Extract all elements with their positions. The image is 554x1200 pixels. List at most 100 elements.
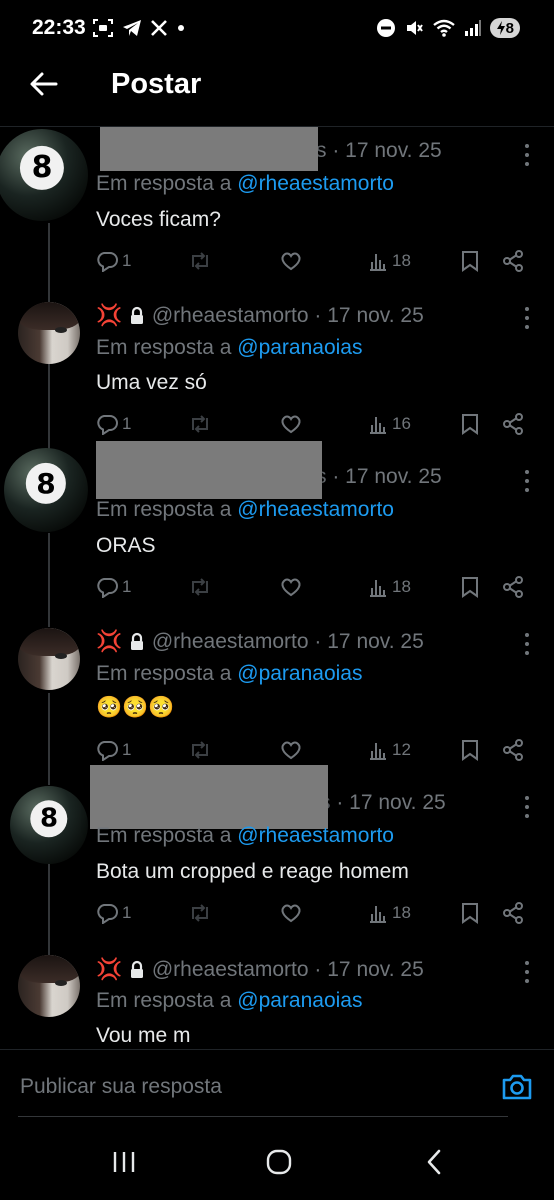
avatar-photo-detail — [55, 652, 68, 659]
repost-button[interactable] — [188, 737, 212, 763]
post-date[interactable]: · 17 nov. 25 — [314, 304, 423, 327]
reply-context: Em resposta a @rheaestamorto — [96, 824, 394, 848]
avatar-photo-detail — [55, 326, 68, 333]
analytics-icon — [370, 417, 386, 434]
reply-button[interactable]: 1 — [96, 248, 131, 274]
more-options-button[interactable] — [524, 470, 530, 492]
post-item[interactable]: 8 s · 17 nov. 25 Em resposta a @rheaesta… — [0, 765, 554, 939]
views-button[interactable]: 16 — [368, 411, 411, 437]
share-button[interactable] — [502, 248, 524, 274]
mention-link[interactable]: @paranaoias — [237, 662, 362, 685]
share-button[interactable] — [502, 737, 524, 763]
more-options-button[interactable] — [524, 961, 530, 983]
bookmark-icon — [462, 577, 478, 598]
more-options-button[interactable] — [524, 307, 530, 329]
post-date[interactable]: · 17 nov. 25 — [332, 139, 441, 162]
avatar[interactable]: 8 — [0, 129, 88, 221]
reply-button[interactable]: 1 — [96, 411, 131, 437]
more-options-button[interactable] — [524, 796, 530, 818]
views-count: 16 — [392, 414, 411, 433]
avatar[interactable]: 8 — [10, 786, 88, 864]
like-button[interactable] — [280, 574, 302, 600]
redaction-box — [96, 441, 322, 499]
post-actions: 1 12 — [96, 737, 536, 763]
share-icon — [503, 739, 523, 761]
avatar[interactable] — [18, 302, 80, 364]
post-handle[interactable]: @rheaestamorto — [152, 630, 309, 653]
post-handle[interactable]: @rheaestamorto — [152, 958, 309, 981]
reply-icon — [97, 741, 118, 761]
share-button[interactable] — [502, 574, 524, 600]
share-button[interactable] — [502, 411, 524, 437]
redaction-box — [90, 765, 328, 829]
post-handle[interactable]: @rheaestamorto — [152, 304, 309, 327]
bookmark-button[interactable] — [460, 900, 480, 926]
bookmark-button[interactable] — [460, 574, 480, 600]
mention-link[interactable]: @rheaestamorto — [237, 172, 394, 195]
reply-button[interactable]: 1 — [96, 900, 131, 926]
telegram-icon — [122, 19, 142, 37]
post-item[interactable]: 💢 @rheaestamorto · 17 nov. 25 Em respost… — [0, 944, 554, 1049]
more-options-button[interactable] — [524, 633, 530, 655]
views-button[interactable]: 18 — [368, 900, 411, 926]
avatar[interactable] — [18, 955, 80, 1017]
avatar[interactable] — [18, 628, 80, 690]
screenshot-icon — [92, 18, 114, 38]
heart-icon — [281, 741, 301, 760]
post-date[interactable]: · 17 nov. 25 — [314, 630, 423, 653]
analytics-icon — [370, 580, 386, 597]
mention-link[interactable]: @paranaoias — [237, 336, 362, 359]
post-actions: 1 16 — [96, 411, 536, 437]
post-item[interactable]: 💢 @rheaestamorto · 17 nov. 25 Em respost… — [0, 290, 554, 450]
camera-button[interactable] — [500, 1072, 534, 1102]
repost-icon — [192, 252, 208, 270]
mention-link[interactable]: @rheaestamorto — [237, 824, 394, 847]
repost-button[interactable] — [188, 411, 212, 437]
post-date[interactable]: · 17 nov. 25 — [336, 791, 445, 814]
reply-button[interactable]: 1 — [96, 574, 131, 600]
more-options-button[interactable] — [524, 144, 530, 166]
home-icon — [266, 1149, 292, 1175]
repost-button[interactable] — [188, 574, 212, 600]
views-button[interactable]: 18 — [368, 248, 411, 274]
heart-icon — [281, 578, 301, 597]
repost-button[interactable] — [188, 900, 212, 926]
views-button[interactable]: 18 — [368, 574, 411, 600]
mention-link[interactable]: @rheaestamorto — [237, 498, 394, 521]
post-date[interactable]: · 17 nov. 25 — [314, 958, 423, 981]
bookmark-button[interactable] — [460, 737, 480, 763]
views-button[interactable]: 12 — [368, 737, 411, 763]
like-button[interactable] — [280, 900, 302, 926]
like-button[interactable] — [280, 411, 302, 437]
reply-context: Em resposta a @rheaestamorto — [96, 498, 394, 522]
chevron-left-icon — [427, 1149, 441, 1175]
recent-apps-button[interactable] — [104, 1147, 144, 1177]
arrow-left-icon — [30, 72, 58, 96]
reply-button[interactable]: 1 — [96, 737, 131, 763]
bookmark-button[interactable] — [460, 411, 480, 437]
avatar[interactable]: 8 — [4, 448, 88, 532]
post-item[interactable]: 💢 @rheaestamorto · 17 nov. 25 Em respost… — [0, 616, 554, 776]
post-item[interactable]: 8 s · 17 nov. 25 Em resposta a @rheaesta… — [0, 127, 554, 287]
page-title: Postar — [111, 68, 202, 100]
heart-icon — [281, 252, 301, 271]
back-button[interactable] — [28, 68, 60, 100]
reply-count: 1 — [122, 577, 132, 596]
post-text: Bota um cropped e reage homem — [96, 860, 409, 883]
back-nav-button[interactable] — [414, 1147, 454, 1177]
like-button[interactable] — [280, 737, 302, 763]
redaction-box — [100, 127, 318, 171]
do-not-disturb-icon — [376, 18, 396, 38]
status-bar: 22:33 8 — [0, 0, 554, 56]
post-date[interactable]: · 17 nov. 25 — [332, 465, 441, 488]
post-item[interactable]: 8 s · 17 nov. 25 Em resposta a @rheaesta… — [0, 441, 554, 613]
share-button[interactable] — [502, 900, 524, 926]
bookmark-icon — [462, 740, 478, 761]
like-button[interactable] — [280, 248, 302, 274]
bookmark-button[interactable] — [460, 248, 480, 274]
home-button[interactable] — [259, 1147, 299, 1177]
mention-link[interactable]: @paranaoias — [237, 989, 362, 1012]
repost-button[interactable] — [188, 248, 212, 274]
reply-input[interactable] — [18, 1066, 462, 1108]
reply-icon — [97, 252, 118, 272]
